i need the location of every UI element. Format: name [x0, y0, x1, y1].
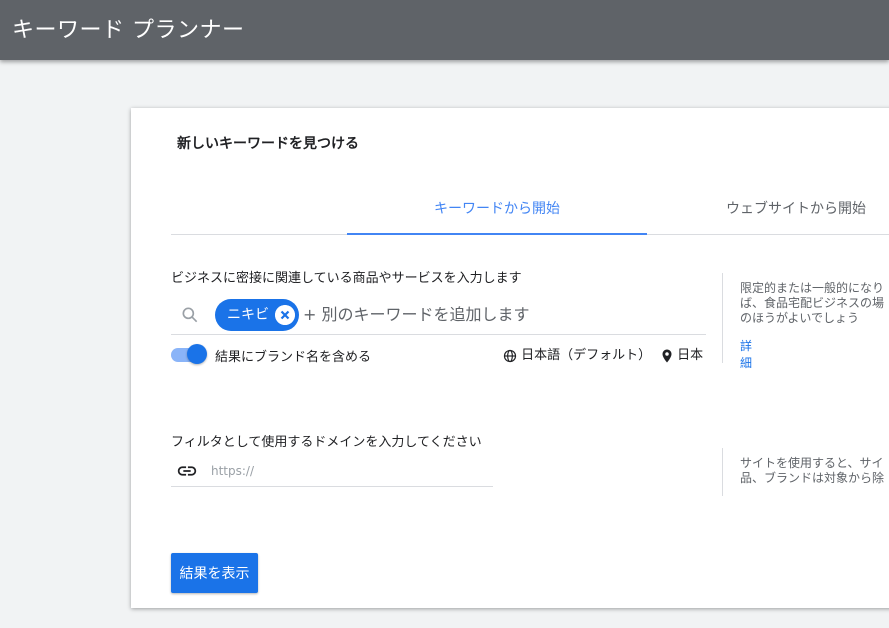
domain-input[interactable] [211, 461, 481, 481]
language-selector[interactable]: 日本語（デフォルト） [503, 344, 651, 363]
hint-line: 品、ブランドは対象から除 [740, 471, 885, 485]
location-label: 日本 [677, 348, 704, 363]
keyword-hint-panel: 限定的または一般的になり ば、食品宅配ビジネスの場 のほうがよいでしょう 詳細 [722, 273, 884, 370]
details-link[interactable]: 詳細 [740, 337, 752, 371]
chip-close-icon[interactable] [275, 305, 295, 325]
tab-start-with-website[interactable]: ウェブサイトから開始 [691, 194, 889, 234]
link-icon [177, 466, 197, 476]
globe-icon [503, 349, 517, 362]
domain-field-label: フィルタとして使用するドメインを入力してください [171, 435, 482, 450]
keyword-chip[interactable]: ニキビ [215, 299, 299, 331]
domain-hint-panel: サイトを使用すると、サイ 品、ブランドは対象から除 [722, 448, 884, 496]
hint-line: サイトを使用すると、サイ [740, 456, 884, 470]
domain-input-row [171, 454, 493, 487]
language-label: 日本語（デフォルト） [521, 348, 652, 363]
add-keyword-input[interactable] [303, 302, 693, 326]
keyword-discovery-card: 新しいキーワードを見つける キーワードから開始 ウェブサイトから開始 ビジネスに… [131, 108, 889, 608]
location-pin-icon [662, 349, 672, 362]
search-icon [182, 307, 198, 323]
card-title: 新しいキーワードを見つける [177, 136, 359, 152]
toggle-thumb [187, 344, 207, 364]
keywords-field-label: ビジネスに密接に関連している商品やサービスを入力します [171, 271, 522, 286]
app-title: キーワード プランナー [12, 18, 245, 43]
top-app-bar: キーワード プランナー [0, 0, 889, 60]
include-brand-label: 結果にブランド名を含める [215, 350, 372, 365]
location-selector[interactable]: 日本 [661, 344, 703, 363]
keyword-chip-label: ニキビ [227, 307, 269, 323]
hint-line: 限定的または一般的になり [740, 281, 885, 295]
domain-hint-text: サイトを使用すると、サイ 品、ブランドは対象から除 [740, 456, 889, 486]
hint-line: ば、食品宅配ビジネスの場 [740, 296, 885, 310]
keyword-input-row: ニキビ [171, 296, 706, 335]
keyword-hint-text: 限定的または一般的になり ば、食品宅配ビジネスの場 のほうがよいでしょう [740, 281, 889, 326]
tab-start-with-keywords[interactable]: キーワードから開始 [347, 194, 647, 235]
include-brand-toggle[interactable] [171, 344, 209, 364]
hint-line: のほうがよいでしょう [740, 311, 860, 325]
show-results-button[interactable]: 結果を表示 [171, 553, 258, 593]
tab-bar: キーワードから開始 ウェブサイトから開始 [171, 194, 889, 235]
